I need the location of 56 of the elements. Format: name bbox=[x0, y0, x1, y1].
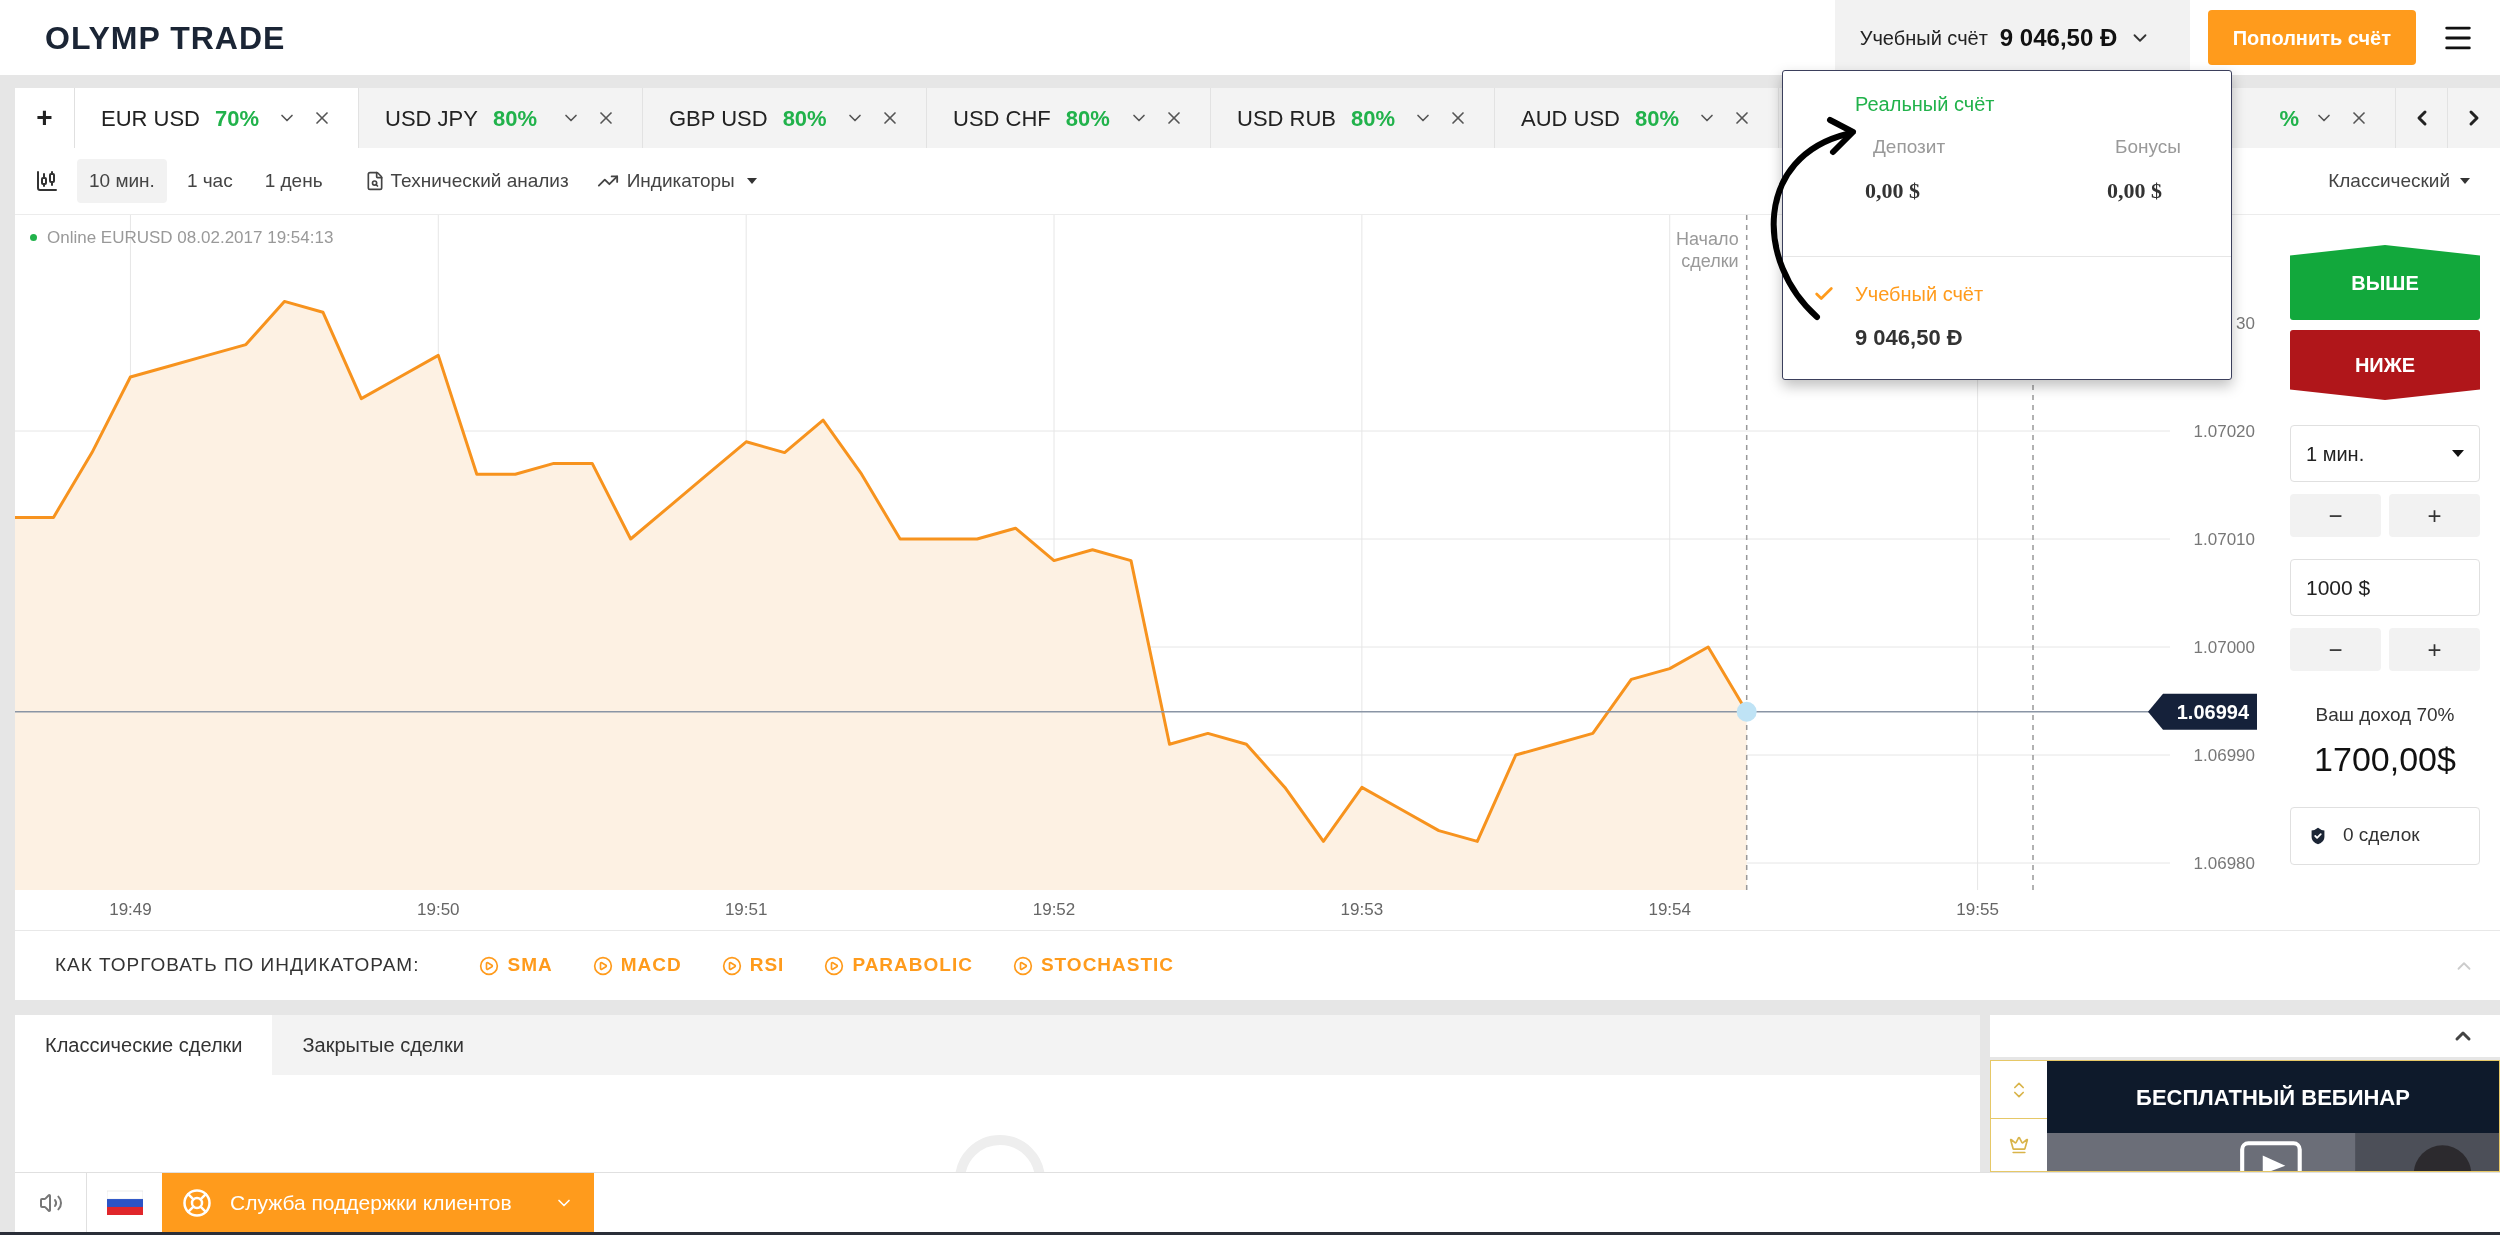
play-icon bbox=[1012, 955, 1033, 976]
axis-label: 19:50 bbox=[417, 900, 460, 919]
account-balance: 9 046,50 Đ bbox=[1855, 324, 1964, 352]
lower-button[interactable]: НИЖЕ bbox=[2290, 330, 2480, 400]
indicators-button[interactable]: Индикаторы bbox=[596, 166, 757, 196]
axis-label: 19:55 bbox=[1956, 900, 1999, 919]
amount-field[interactable]: 1000 $ bbox=[2290, 559, 2480, 616]
asset-tab[interactable]: EUR USD 70% bbox=[75, 88, 359, 148]
axis-label: 1.06980 bbox=[2193, 854, 2255, 873]
income-value: 1700,00$ bbox=[2313, 738, 2457, 780]
duration-select[interactable]: 1 мин. bbox=[2290, 425, 2480, 482]
period-button[interactable]: 1 день bbox=[252, 158, 335, 204]
step-button[interactable]: + bbox=[2389, 628, 2480, 671]
step-button[interactable]: − bbox=[2290, 494, 2381, 537]
current-point bbox=[1736, 701, 1757, 722]
candlestick-icon[interactable] bbox=[35, 169, 59, 193]
field-value: 0,00 $ bbox=[2107, 176, 2163, 205]
axis-label: 19:53 bbox=[1340, 900, 1384, 919]
axis-label: 19:51 bbox=[724, 900, 768, 919]
play-icon bbox=[592, 955, 613, 976]
axis-label: 30 bbox=[2236, 314, 2255, 333]
webinar-title: БЕСПЛАТНЫЙ ВЕБИНАР bbox=[2047, 1061, 2499, 1133]
play-icon bbox=[824, 955, 845, 976]
deals-button[interactable]: 0 сделок bbox=[2290, 806, 2480, 865]
step-button[interactable]: + bbox=[2389, 494, 2480, 537]
lifebuoy-icon bbox=[182, 1187, 212, 1218]
axis-label: 19:49 bbox=[109, 900, 152, 919]
flag-icon[interactable] bbox=[106, 1189, 143, 1216]
axis-label: 1.07020 bbox=[2193, 422, 2255, 441]
income-label: Ваш доход 70% bbox=[2314, 703, 2456, 727]
axis-label: 1.07000 bbox=[2193, 638, 2255, 657]
caret-icon bbox=[2460, 178, 2470, 184]
indicators-title: КАК ТОРГОВАТЬ ПО ИНДИКАТОРАМ: bbox=[55, 953, 420, 978]
axis-label: 1.07010 bbox=[2193, 530, 2255, 549]
technical-analysis-button[interactable]: Технический анализ bbox=[364, 166, 569, 196]
chart-type-dropdown[interactable]: Классический bbox=[2328, 166, 2470, 196]
price-badge: 1.06994 bbox=[2148, 693, 2257, 730]
play-icon bbox=[721, 955, 742, 976]
field-value: 0,00 $ bbox=[1865, 176, 1921, 205]
status-text: Online EURUSD 08.02.2017 19:54:13 bbox=[47, 227, 334, 249]
field-label: Депозит bbox=[1872, 135, 1946, 159]
add-tab-button[interactable]: + bbox=[15, 88, 75, 148]
deals-tab[interactable]: Закрытые сделки bbox=[272, 1015, 494, 1075]
caret-icon bbox=[2452, 450, 2464, 457]
period-button[interactable]: 1 час bbox=[174, 158, 245, 204]
deals-tab[interactable]: Классические сделки bbox=[15, 1015, 273, 1075]
axis-label: 1.06990 bbox=[2193, 746, 2255, 765]
period-button[interactable]: 10 мин. bbox=[77, 158, 167, 204]
logo[interactable]: OLYMP TRADE bbox=[45, 13, 286, 62]
play-icon bbox=[479, 955, 500, 976]
deal-start-label: Начало сделки bbox=[1676, 229, 1739, 271]
axis-label: 19:54 bbox=[1648, 900, 1691, 919]
caret-icon bbox=[746, 178, 757, 184]
field-label: Бонусы bbox=[2114, 135, 2181, 159]
step-button[interactable]: − bbox=[2290, 628, 2381, 671]
axis-label: 19:52 bbox=[1032, 900, 1076, 919]
